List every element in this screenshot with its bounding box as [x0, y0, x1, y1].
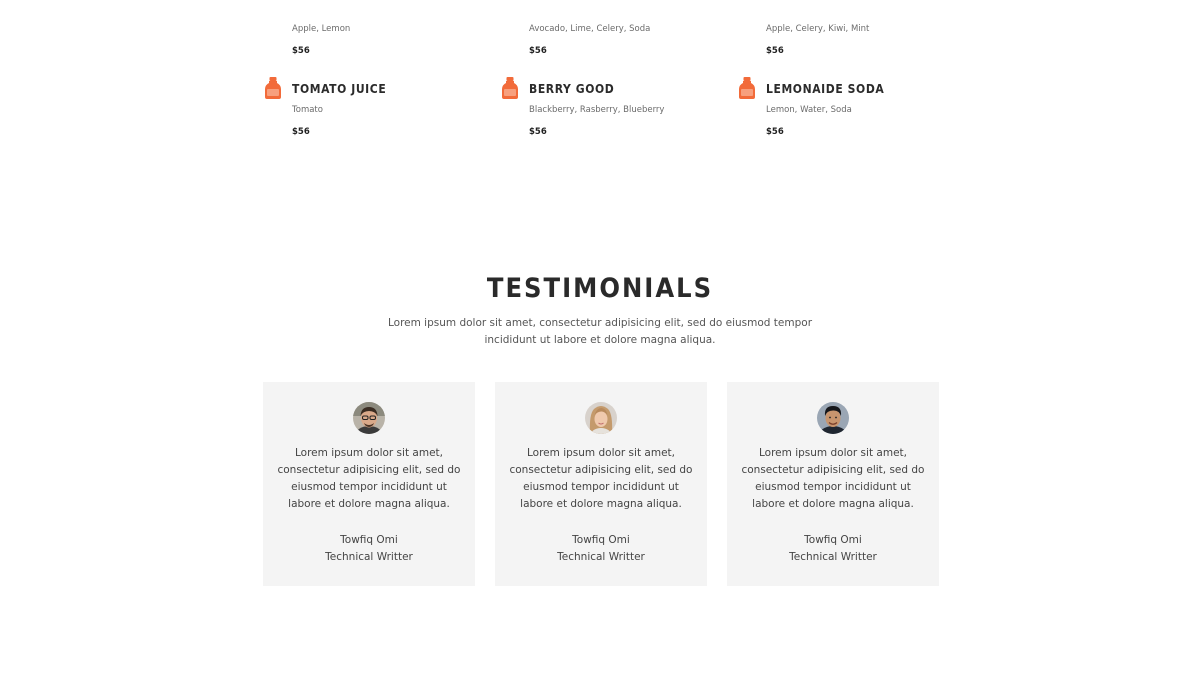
testimonial-quote: Lorem ipsum dolor sit amet, consectetur …	[509, 447, 693, 510]
menu-item-lemonaide-soda: LEMONAIDE SODA Lemon, Water, Soda $56	[736, 56, 962, 137]
testimonial-author-role: Technical Writter	[325, 551, 413, 563]
juice-bottle-icon	[502, 77, 518, 99]
menu-item-ingredients: Lemon, Water, Soda	[766, 105, 852, 115]
menu-item-name	[529, 0, 736, 16]
testimonial-quote: Lorem ipsum dolor sit amet, consectetur …	[277, 447, 461, 510]
menu-item-price: $56	[529, 127, 547, 137]
menu-item-tomato-juice: TOMATO JUICE Tomato $56	[262, 56, 499, 137]
testimonial-author-name: Towfiq Omi	[804, 534, 862, 546]
testimonial-author-name: Towfiq Omi	[572, 534, 630, 546]
menu-item-ingredients: Apple, Celery, Kiwi, Mint	[766, 24, 870, 34]
menu-item-price: $56	[766, 127, 784, 137]
menu-item: Apple, Lemon $56	[262, 0, 499, 56]
testimonials-subtitle: Lorem ipsum dolor sit amet, consectetur …	[387, 317, 813, 346]
menu-item: Apple, Celery, Kiwi, Mint $56	[736, 0, 962, 56]
menu-item-name: BERRY GOOD	[529, 82, 615, 96]
menu-item-name: TOMATO JUICE	[292, 82, 387, 96]
juice-bottle-icon	[739, 77, 755, 99]
menu-item-name	[292, 0, 499, 16]
menu-item-ingredients: Avocado, Lime, Celery, Soda	[529, 24, 651, 34]
menu-item-name	[766, 0, 962, 16]
woman-with-blonde-hair-avatar-icon	[585, 402, 617, 434]
avatar	[585, 402, 617, 434]
man-dark-hair-avatar-icon	[817, 402, 849, 434]
man-with-glasses-avatar-icon	[353, 402, 385, 434]
menu-item-ingredients: Apple, Lemon	[292, 24, 351, 34]
testimonial-author-role: Technical Writter	[557, 551, 645, 563]
testimonial-author-role: Technical Writter	[789, 551, 877, 563]
menu-item: Avocado, Lime, Celery, Soda $56	[499, 0, 736, 56]
testimonial-card: Lorem ipsum dolor sit amet, consectetur …	[495, 382, 707, 586]
juice-menu-grid: Apple, Lemon $56 Avocado, Lime, Celery, …	[262, 0, 962, 137]
menu-item-berry-good: BERRY GOOD Blackberry, Rasberry, Blueber…	[499, 56, 736, 137]
testimonial-cards: Lorem ipsum dolor sit amet, consectetur …	[263, 382, 939, 586]
juice-bottle-icon	[265, 77, 281, 99]
menu-item-name: LEMONAIDE SODA	[766, 82, 885, 96]
testimonial-card: Lorem ipsum dolor sit amet, consectetur …	[263, 382, 475, 586]
menu-item-ingredients: Blackberry, Rasberry, Blueberry	[529, 105, 665, 115]
testimonial-author-name: Towfiq Omi	[340, 534, 398, 546]
menu-item-ingredients: Tomato	[292, 105, 323, 115]
testimonials-title: TESTIMONIALS	[486, 273, 714, 304]
avatar	[353, 402, 385, 434]
testimonial-card: Lorem ipsum dolor sit amet, consectetur …	[727, 382, 939, 586]
testimonial-quote: Lorem ipsum dolor sit amet, consectetur …	[741, 447, 925, 510]
menu-item-price: $56	[292, 127, 310, 137]
avatar	[817, 402, 849, 434]
